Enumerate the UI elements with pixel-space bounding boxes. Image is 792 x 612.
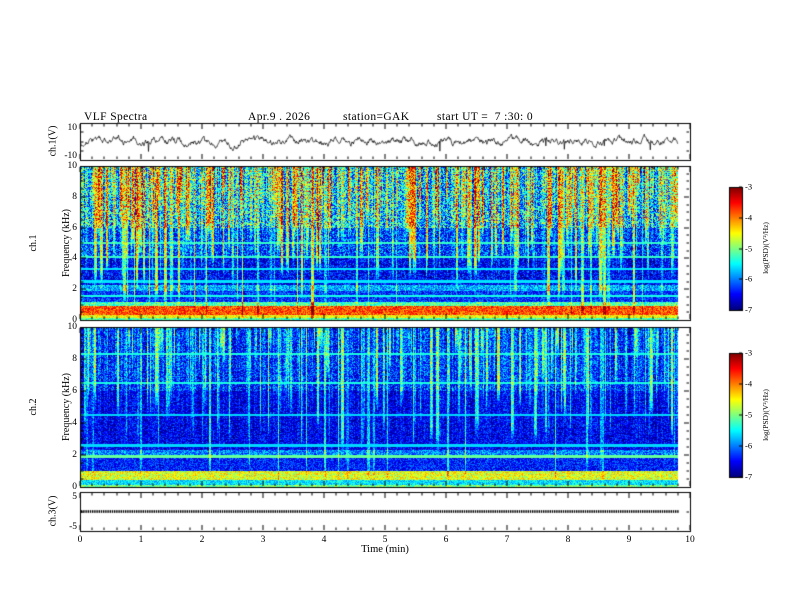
x-tick-label: 5: [382, 535, 388, 545]
ylabel-ch2-frequency-line2: Frequency (kHz): [61, 372, 72, 442]
figure-date: Apr.9 . 2026: [248, 111, 311, 123]
ylabel-ch1-frequency-line2: Frequency (kHz): [61, 208, 72, 278]
plot-canvas: [0, 0, 792, 612]
ylabel-ch3-voltage: ch.3(V): [47, 495, 59, 527]
x-tick-label: 8: [565, 535, 571, 545]
x-tick-label: 4: [321, 535, 327, 545]
x-tick-label: 6: [443, 535, 449, 545]
y-tick-label: 8: [72, 191, 77, 202]
y-tick-label: 4: [72, 253, 77, 264]
ylabel-ch1-frequency-line1: ch.1: [28, 234, 39, 252]
x-tick-label: 1: [138, 535, 144, 545]
y-tick-label: 10: [67, 160, 78, 171]
x-tick-label: 3: [260, 535, 266, 545]
y-tick-label: 5: [72, 491, 77, 502]
y-tick-label: 0: [72, 481, 77, 492]
figure-station: station=GAK: [343, 111, 410, 123]
ylabel-ch2-frequency: ch.2 Frequency (kHz): [6, 373, 94, 441]
y-tick-label: -5: [69, 521, 77, 532]
y-tick-label: 4: [72, 417, 77, 428]
colorbar-tick-label: -3: [745, 181, 753, 192]
y-tick-label: 2: [72, 283, 77, 294]
y-tick-label: 10: [67, 321, 78, 332]
vlf-spectra-figure: VLF Spectra Apr.9 . 2026 station=GAK sta…: [0, 0, 792, 612]
x-tick-label: 0: [77, 535, 83, 545]
y-tick-label: 6: [72, 222, 77, 233]
xaxis-label: Time (min): [361, 544, 409, 555]
colorbar-tick-label: -7: [745, 304, 753, 315]
colorbar1-label: log(PSD)(V²/Hz): [760, 222, 770, 274]
colorbar-tick-label: -4: [745, 378, 753, 389]
ylabel-ch1-frequency: ch.1 Frequency (kHz): [6, 209, 94, 277]
y-tick-label: 6: [72, 385, 77, 396]
colorbar-tick-label: -7: [745, 471, 753, 482]
x-tick-label: 10: [685, 535, 695, 545]
colorbar-tick-label: -4: [745, 212, 753, 223]
x-tick-label: 9: [626, 535, 632, 545]
ylabel-ch1-voltage: ch.1(V): [47, 125, 59, 157]
figure-title: VLF Spectra: [84, 111, 148, 123]
colorbar2-label: log(PSD)(V²/Hz): [760, 389, 770, 441]
y-tick-label: 10: [67, 122, 78, 133]
colorbar-tick-label: -5: [745, 242, 753, 253]
figure-start-ut: start UT = 7 :30: 0: [437, 111, 534, 123]
y-tick-label: 8: [72, 353, 77, 364]
y-tick-label: -10: [64, 150, 77, 161]
colorbar-tick-label: -6: [745, 440, 753, 451]
y-tick-label: 2: [72, 449, 77, 460]
x-tick-label: 2: [199, 535, 205, 545]
colorbar-tick-label: -5: [745, 409, 753, 420]
x-tick-label: 7: [504, 535, 510, 545]
colorbar-tick-label: -6: [745, 273, 753, 284]
colorbar-tick-label: -3: [745, 347, 753, 358]
ylabel-ch2-frequency-line1: ch.2: [28, 398, 39, 416]
